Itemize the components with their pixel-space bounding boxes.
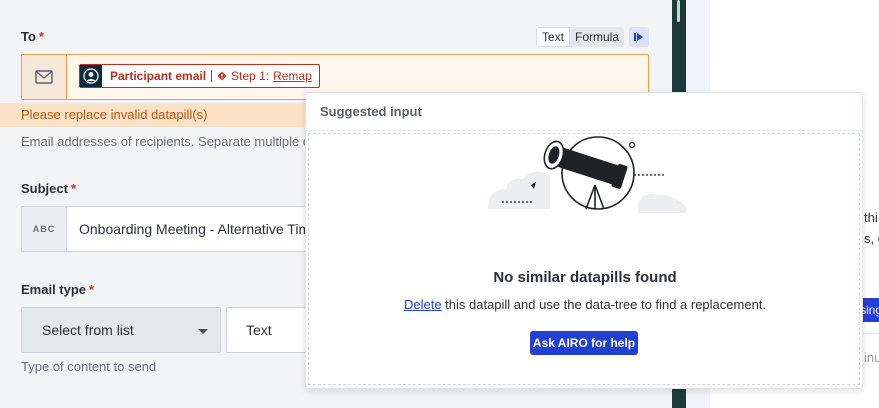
subject-value: Onboarding Meeting - Alternative Time xyxy=(79,221,318,237)
subject-label: Subject * xyxy=(21,181,77,196)
abc-icon: ABC xyxy=(32,224,56,234)
mode-text-button[interactable]: Text xyxy=(536,27,571,47)
email-type-text-value: Text xyxy=(246,322,272,338)
pill-separator xyxy=(211,70,213,82)
warning-diamond-icon xyxy=(217,71,227,81)
right-panel-text: thi xyxy=(864,210,878,225)
envelope-icon xyxy=(22,55,67,99)
email-type-hint: Type of content to send xyxy=(21,359,157,374)
right-panel-text: s, c xyxy=(864,231,879,246)
required-mark: * xyxy=(38,29,44,44)
email-type-select[interactable]: Select from list xyxy=(21,307,221,353)
ask-airo-button[interactable]: Ask AIRO for help xyxy=(530,331,638,355)
to-label: To * xyxy=(21,29,44,44)
expand-panel-icon[interactable] xyxy=(629,27,649,47)
remap-link[interactable]: Remap xyxy=(273,69,312,83)
datapill-name: Participant email xyxy=(110,69,207,83)
required-mark: * xyxy=(89,282,95,297)
app-logo-icon xyxy=(80,65,102,87)
chevron-down-icon xyxy=(198,329,208,334)
email-type-select-value: Select from list xyxy=(42,322,134,338)
empty-state-description-text: this datapill and use the data-tree to f… xyxy=(441,297,767,312)
email-type-label: Email type * xyxy=(21,282,95,297)
datapill-step: Step 1: xyxy=(231,69,270,83)
required-mark: * xyxy=(70,181,77,196)
invalid-datapill[interactable]: Participant email Step 1: Remap xyxy=(79,64,320,88)
empty-state-description: Delete this datapill and use the data-tr… xyxy=(306,297,864,312)
suggested-input-popover: Suggested input No similar datapills fou… xyxy=(305,92,863,389)
mode-formula-button[interactable]: Formula xyxy=(570,27,625,47)
right-panel-text: inu xyxy=(864,350,879,365)
to-hint: Email addresses of recipients. Separate … xyxy=(21,134,311,149)
delete-datapill-link[interactable]: Delete xyxy=(404,297,442,312)
empty-state-title: No similar datapills found xyxy=(493,269,677,286)
subject-input[interactable]: ABC Onboarding Meeting - Alternative Tim… xyxy=(21,206,321,252)
text-type-prefix: ABC xyxy=(22,207,67,251)
telescope-illustration xyxy=(488,136,686,213)
input-mode-toggle: Text Formula xyxy=(536,27,625,47)
scrollbar-thumb[interactable] xyxy=(677,0,680,22)
